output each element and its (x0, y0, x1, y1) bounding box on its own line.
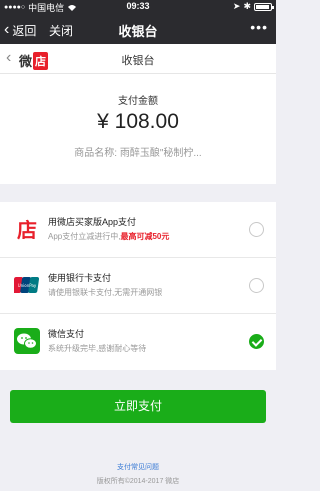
radio-bank-card[interactable] (249, 278, 264, 293)
svg-text:店: 店 (17, 218, 37, 242)
method-name: 用微店买家版App支付 (48, 217, 137, 227)
discount-highlight: 最高可减50元 (120, 232, 170, 241)
amount-panel: 支付金额 ¥ 108.00 商品名称: 雨醉玉酿"秘制柠... (0, 74, 276, 184)
location-icon: ➤ (232, 1, 241, 11)
battery-icon (254, 2, 274, 11)
method-name: 微信支付 (48, 329, 85, 339)
faq-link[interactable]: 支付常见问题 (0, 462, 276, 472)
method-desc: 请使用银联卡支付,无需开通网银 (48, 288, 163, 297)
page-header: ‹ 微 店 收银台 (0, 44, 276, 74)
status-bar: ●●●●○ 中国电信 09:33 ➤ ✱ (0, 0, 276, 14)
radio-wechat-pay[interactable] (249, 334, 264, 349)
method-name: 使用银行卡支付 (48, 273, 112, 283)
method-weidian-app[interactable]: 店 用微店买家版App支付 App支付立减进行中,最高可减50元 (0, 202, 276, 258)
wechat-pay-icon (14, 328, 40, 354)
copyright-text: 版权所有©2014-2017 微店 (96, 478, 180, 485)
amount-label: 支付金额 (118, 96, 158, 107)
method-wechat-pay[interactable]: 微信支付 系统升级完毕,感谢耐心等待 (0, 314, 276, 370)
bluetooth-icon: ✱ (243, 1, 251, 11)
more-menu-button[interactable]: ••• (250, 19, 268, 35)
svg-text:UnionPay: UnionPay (18, 283, 37, 288)
unionpay-icon: UnionPay (14, 277, 40, 293)
radio-weidian-app[interactable] (249, 222, 264, 237)
nav-title: 收银台 (118, 24, 158, 39)
method-bank-card[interactable]: UnionPay 使用银行卡支付 请使用银联卡支付,无需开通网银 (0, 258, 276, 314)
page-title: 收银台 (121, 55, 155, 67)
amount-value: ¥ 108.00 (97, 110, 179, 133)
product-name: 商品名称: 雨醉玉酿"秘制柠... (74, 148, 202, 159)
weidian-icon: 店 (17, 218, 37, 242)
method-desc: 系统升级完毕,感谢耐心等待 (48, 344, 147, 353)
pay-now-button[interactable]: 立即支付 (10, 390, 266, 423)
payment-methods: 店 用微店买家版App支付 App支付立减进行中,最高可减50元 UnionPa… (0, 202, 276, 370)
method-desc: App支付立减进行中,最高可减50元 (48, 232, 170, 241)
nav-bar: ‹ 返回 关闭 收银台 ••• (0, 14, 276, 44)
